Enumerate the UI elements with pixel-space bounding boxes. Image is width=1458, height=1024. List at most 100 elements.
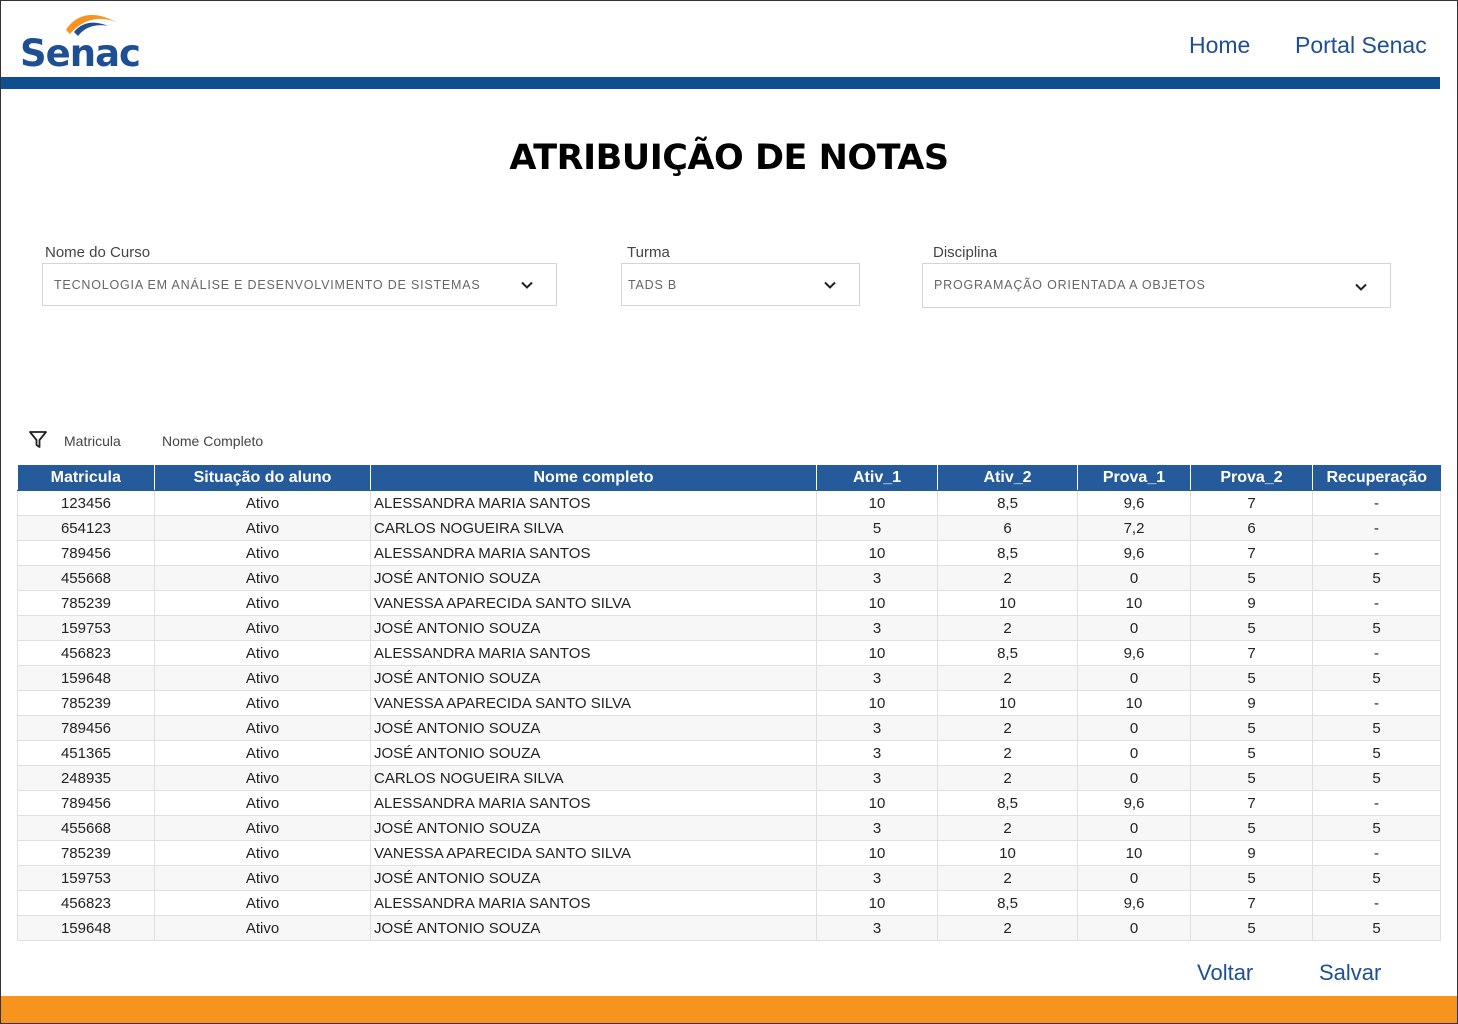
column-header-ativ1[interactable]: Ativ_1 [816, 465, 938, 491]
column-header-situacao[interactable]: Situação do aluno [154, 465, 371, 491]
nav-home-link[interactable]: Home [1189, 32, 1250, 59]
column-header-recuperacao[interactable]: Recuperação [1312, 465, 1441, 491]
cell-prova1[interactable]: 0 [1077, 665, 1191, 691]
cell-recuperacao[interactable]: - [1312, 590, 1441, 616]
cell-ativ1[interactable]: 10 [816, 590, 938, 616]
cell-prova1[interactable]: 0 [1077, 765, 1191, 791]
column-header-nome[interactable]: Nome completo [370, 465, 817, 491]
cell-prova2[interactable]: 5 [1190, 765, 1313, 791]
cell-prova2[interactable]: 7 [1190, 790, 1313, 816]
cell-ativ1[interactable]: 3 [816, 815, 938, 841]
cell-ativ2[interactable]: 2 [937, 765, 1078, 791]
cell-recuperacao[interactable]: 5 [1312, 565, 1441, 591]
cell-ativ1[interactable]: 10 [816, 640, 938, 666]
table-row[interactable]: 785239 Ativo VANESSA APARECIDA SANTO SILVA… [17, 840, 1441, 866]
cell-ativ1[interactable]: 10 [816, 690, 938, 716]
cell-prova2[interactable]: 5 [1190, 915, 1313, 941]
cell-ativ1[interactable]: 3 [816, 665, 938, 691]
cell-prova1[interactable]: 7,2 [1077, 515, 1191, 541]
cell-ativ2[interactable]: 8,5 [937, 640, 1078, 666]
cell-prova2[interactable]: 9 [1190, 840, 1313, 866]
cell-recuperacao[interactable]: 5 [1312, 665, 1441, 691]
cell-prova1[interactable]: 9,6 [1077, 790, 1191, 816]
cell-prova2[interactable]: 9 [1190, 590, 1313, 616]
cell-ativ2[interactable]: 8,5 [937, 790, 1078, 816]
table-row[interactable]: 123456 Ativo ALESSANDRA MARIA SANTOS 10 8,5 9… [17, 490, 1441, 516]
cell-prova1[interactable]: 9,6 [1077, 540, 1191, 566]
cell-recuperacao[interactable]: - [1312, 540, 1441, 566]
filter-icon[interactable] [28, 430, 48, 450]
cell-ativ1[interactable]: 3 [816, 765, 938, 791]
filter-item-nome-completo[interactable]: Nome Completo [162, 433, 263, 449]
cell-prova2[interactable]: 5 [1190, 865, 1313, 891]
cell-ativ1[interactable]: 3 [816, 565, 938, 591]
cell-ativ2[interactable]: 2 [937, 565, 1078, 591]
cell-prova1[interactable]: 0 [1077, 740, 1191, 766]
column-header-ativ2[interactable]: Ativ_2 [937, 465, 1078, 491]
cell-recuperacao[interactable]: - [1312, 690, 1441, 716]
cell-ativ1[interactable]: 3 [816, 915, 938, 941]
cell-prova1[interactable]: 0 [1077, 815, 1191, 841]
cell-recuperacao[interactable]: 5 [1312, 765, 1441, 791]
cell-ativ2[interactable]: 8,5 [937, 890, 1078, 916]
table-row[interactable]: 789456 Ativo ALESSANDRA MARIA SANTOS 10 8,5 9… [17, 540, 1441, 566]
table-row[interactable]: 456823 Ativo ALESSANDRA MARIA SANTOS 10 8,5 9… [17, 640, 1441, 666]
cell-prova2[interactable]: 9 [1190, 690, 1313, 716]
cell-recuperacao[interactable]: 5 [1312, 740, 1441, 766]
cell-prova2[interactable]: 5 [1190, 665, 1313, 691]
cell-ativ2[interactable]: 2 [937, 815, 1078, 841]
cell-ativ1[interactable]: 3 [816, 865, 938, 891]
table-row[interactable]: 654123 Ativo CARLOS NOGUEIRA SILVA 5 6 7,2 6- [17, 515, 1441, 541]
nav-portal-senac-link[interactable]: Portal Senac [1295, 32, 1427, 59]
cell-ativ2[interactable]: 10 [937, 840, 1078, 866]
cell-ativ2[interactable]: 2 [937, 740, 1078, 766]
cell-ativ1[interactable]: 3 [816, 615, 938, 641]
cell-prova1[interactable]: 10 [1077, 590, 1191, 616]
cell-recuperacao[interactable]: - [1312, 640, 1441, 666]
cell-recuperacao[interactable]: - [1312, 515, 1441, 541]
cell-prova1[interactable]: 0 [1077, 565, 1191, 591]
cell-prova1[interactable]: 9,6 [1077, 490, 1191, 516]
cell-prova1[interactable]: 0 [1077, 865, 1191, 891]
table-row[interactable]: 159753 Ativo JOSÉ ANTONIO SOUZA 3 2 0 5 5 [17, 615, 1441, 641]
table-row[interactable]: 159753 Ativo JOSÉ ANTONIO SOUZA 3 2 0 5 5 [17, 865, 1441, 891]
table-row[interactable]: 456823 Ativo ALESSANDRA MARIA SANTOS 10 8,5 9… [17, 890, 1441, 916]
cell-recuperacao[interactable]: - [1312, 890, 1441, 916]
cell-ativ2[interactable]: 2 [937, 715, 1078, 741]
cell-prova1[interactable]: 10 [1077, 690, 1191, 716]
cell-ativ2[interactable]: 2 [937, 865, 1078, 891]
cell-prova2[interactable]: 7 [1190, 640, 1313, 666]
cell-ativ1[interactable]: 3 [816, 740, 938, 766]
table-row[interactable]: 785239 Ativo VANESSA APARECIDA SANTO SILVA… [17, 690, 1441, 716]
cell-recuperacao[interactable]: 5 [1312, 865, 1441, 891]
cell-recuperacao[interactable]: - [1312, 840, 1441, 866]
cell-prova1[interactable]: 0 [1077, 715, 1191, 741]
table-row[interactable]: 455668 Ativo JOSÉ ANTONIO SOUZA 3 2 0 5 5 [17, 565, 1441, 591]
table-row[interactable]: 789456 Ativo ALESSANDRA MARIA SANTOS 10 8,5 9… [17, 790, 1441, 816]
table-row[interactable]: 248935 Ativo CARLOS NOGUEIRA SILVA 3 2 0 5 5 [17, 765, 1441, 791]
cell-prova2[interactable]: 5 [1190, 565, 1313, 591]
table-row[interactable]: 785239 Ativo VANESSA APARECIDA SANTO SILVA… [17, 590, 1441, 616]
curso-select[interactable]: TECNOLOGIA EM ANÁLISE E DESENVOLVIMENTO … [42, 263, 557, 306]
save-button[interactable]: Salvar [1319, 960, 1381, 986]
cell-prova2[interactable]: 7 [1190, 540, 1313, 566]
table-row[interactable]: 159648 Ativo JOSÉ ANTONIO SOUZA 3 2 0 5 5 [17, 665, 1441, 691]
column-header-prova1[interactable]: Prova_1 [1077, 465, 1191, 491]
cell-prova2[interactable]: 5 [1190, 740, 1313, 766]
table-row[interactable]: 455668 Ativo JOSÉ ANTONIO SOUZA 3 2 0 5 5 [17, 815, 1441, 841]
back-button[interactable]: Voltar [1197, 960, 1253, 986]
cell-prova2[interactable]: 7 [1190, 890, 1313, 916]
cell-ativ1[interactable]: 5 [816, 515, 938, 541]
cell-prova1[interactable]: 10 [1077, 840, 1191, 866]
cell-ativ1[interactable]: 10 [816, 890, 938, 916]
column-header-prova2[interactable]: Prova_2 [1190, 465, 1313, 491]
cell-ativ1[interactable]: 3 [816, 715, 938, 741]
cell-ativ2[interactable]: 2 [937, 665, 1078, 691]
column-header-matricula[interactable]: Matricula [17, 465, 155, 491]
cell-recuperacao[interactable]: 5 [1312, 715, 1441, 741]
turma-select[interactable]: TADS B [621, 263, 860, 306]
cell-prova2[interactable]: 7 [1190, 490, 1313, 516]
cell-prova1[interactable]: 9,6 [1077, 640, 1191, 666]
cell-ativ2[interactable]: 2 [937, 615, 1078, 641]
cell-prova2[interactable]: 5 [1190, 815, 1313, 841]
